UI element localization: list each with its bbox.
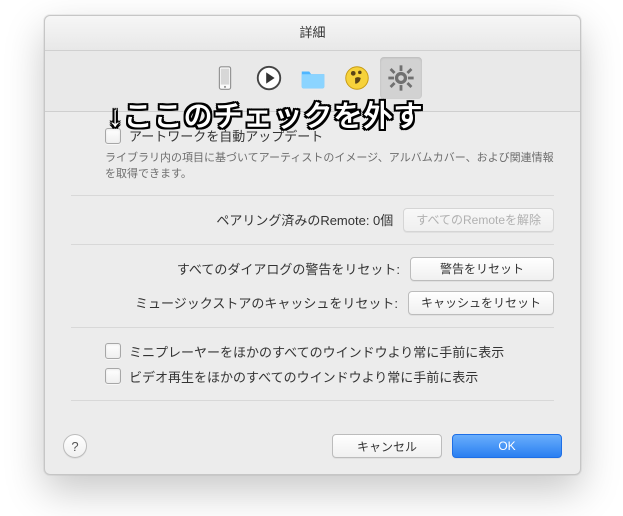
video-row: ビデオ再生をほかのすべてのウインドウより常に手前に表示 bbox=[105, 367, 554, 386]
miniplayer-on-top-label: ミニプレーヤーをほかのすべてのウインドウより常に手前に表示 bbox=[129, 342, 504, 361]
preferences-window: 詳細 bbox=[44, 15, 581, 475]
reset-dialogs-row: すべてのダイアログの警告をリセット: 警告をリセット bbox=[71, 257, 554, 281]
separator bbox=[71, 195, 554, 196]
video-on-top-label: ビデオ再生をほかのすべてのウインドウより常に手前に表示 bbox=[129, 367, 478, 386]
artwork-description: ライブラリ内の項目に基づいてアーティストのイメージ、アルバムカバー、および関連情… bbox=[105, 151, 554, 183]
play-icon bbox=[254, 63, 284, 93]
always-on-top-section: ミニプレーヤーをほかのすべてのウインドウより常に手前に表示 ビデオ再生をほかのす… bbox=[105, 342, 554, 386]
miniplayer-row: ミニプレーヤーをほかのすべてのウインドウより常に手前に表示 bbox=[105, 342, 554, 361]
reset-cache-button[interactable]: キャッシュをリセット bbox=[408, 291, 554, 315]
parental-tab[interactable] bbox=[336, 57, 378, 99]
footer: ? キャンセル OK bbox=[45, 418, 580, 474]
separator bbox=[71, 327, 554, 328]
artwork-auto-update-checkbox[interactable] bbox=[105, 128, 121, 144]
cancel-button[interactable]: キャンセル bbox=[332, 434, 442, 458]
separator bbox=[71, 244, 554, 245]
playback-tab[interactable] bbox=[248, 57, 290, 99]
gear-icon bbox=[386, 63, 416, 93]
parental-icon bbox=[342, 63, 372, 93]
reset-cache-row: ミュージックストアのキャッシュをリセット: キャッシュをリセット bbox=[71, 291, 554, 315]
remote-row: ペアリング済みのRemote: 0個 すべてのRemoteを解除 bbox=[71, 208, 554, 232]
unpair-all-remotes-button: すべてのRemoteを解除 bbox=[403, 208, 554, 232]
video-on-top-checkbox[interactable] bbox=[105, 368, 121, 384]
reset-warnings-button[interactable]: 警告をリセット bbox=[410, 257, 554, 281]
reset-cache-label: ミュージックストアのキャッシュをリセット: bbox=[135, 293, 398, 312]
separator bbox=[71, 400, 554, 401]
artwork-row: アートワークを自動アップデート bbox=[105, 126, 554, 145]
files-tab[interactable] bbox=[292, 57, 334, 99]
ok-button[interactable]: OK bbox=[452, 434, 562, 458]
devices-tab[interactable] bbox=[204, 57, 246, 99]
advanced-tab[interactable] bbox=[380, 57, 422, 99]
miniplayer-on-top-checkbox[interactable] bbox=[105, 343, 121, 359]
toolbar bbox=[45, 51, 580, 112]
window-title: 詳細 bbox=[45, 16, 580, 51]
artwork-auto-update-label: アートワークを自動アップデート bbox=[129, 126, 323, 145]
phone-icon bbox=[210, 63, 240, 93]
paired-remote-label: ペアリング済みのRemote: 0個 bbox=[216, 210, 393, 229]
folder-icon bbox=[298, 63, 328, 93]
reset-dialogs-label: すべてのダイアログの警告をリセット: bbox=[177, 259, 400, 278]
help-button[interactable]: ? bbox=[63, 434, 87, 458]
